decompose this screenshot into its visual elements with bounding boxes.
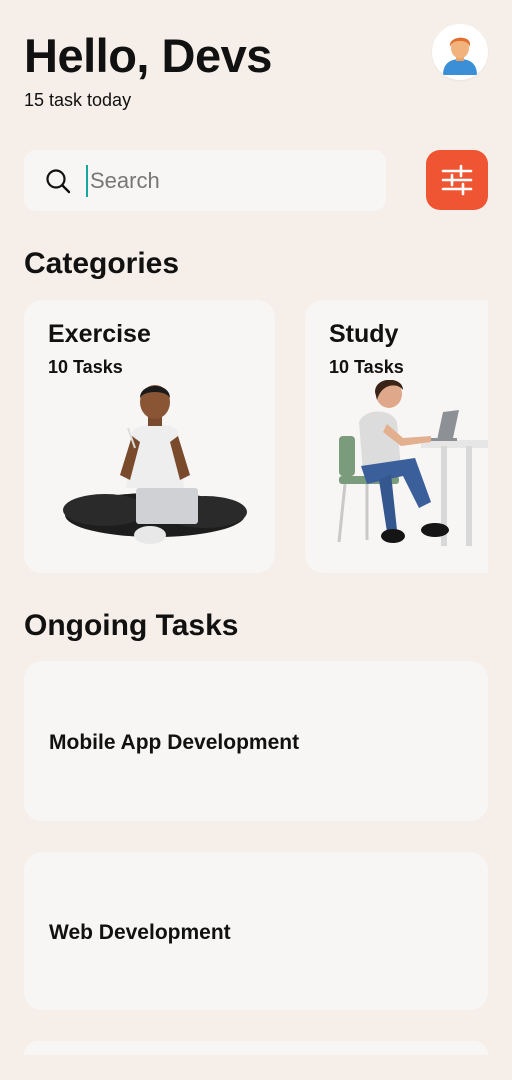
avatar[interactable] (432, 24, 488, 80)
task-title: Web Development (49, 921, 231, 944)
category-name: Study (329, 320, 399, 348)
ongoing-tasks-heading: Ongoing Tasks (24, 609, 239, 642)
header: Hello, Devs 15 task today (24, 30, 272, 111)
search-icon (44, 167, 72, 195)
user-avatar-icon (443, 37, 477, 75)
category-card-exercise[interactable]: Exercise 10 Tasks (24, 300, 275, 573)
search-bar[interactable] (24, 150, 386, 211)
page-title: Hello, Devs (24, 29, 272, 82)
task-count-subtitle: 15 task today (24, 89, 132, 110)
category-card-study[interactable]: Study 10 Tasks (305, 300, 488, 573)
categories-heading: Categories (24, 247, 180, 280)
person-laptop-sitting-illustration (63, 385, 247, 544)
task-card[interactable]: Web Development (24, 852, 488, 1010)
task-title: Mobile App Development (49, 731, 300, 754)
category-task-count: 10 Tasks (48, 357, 123, 377)
category-name: Exercise (48, 320, 151, 348)
sliders-icon (441, 164, 473, 196)
search-input[interactable] (86, 164, 352, 197)
task-card[interactable]: Mobile App Development (24, 661, 488, 821)
filter-button[interactable] (426, 150, 488, 210)
task-card-partial[interactable] (24, 1041, 488, 1055)
person-desk-study-illustration (337, 380, 488, 546)
category-task-count: 10 Tasks (329, 357, 404, 377)
